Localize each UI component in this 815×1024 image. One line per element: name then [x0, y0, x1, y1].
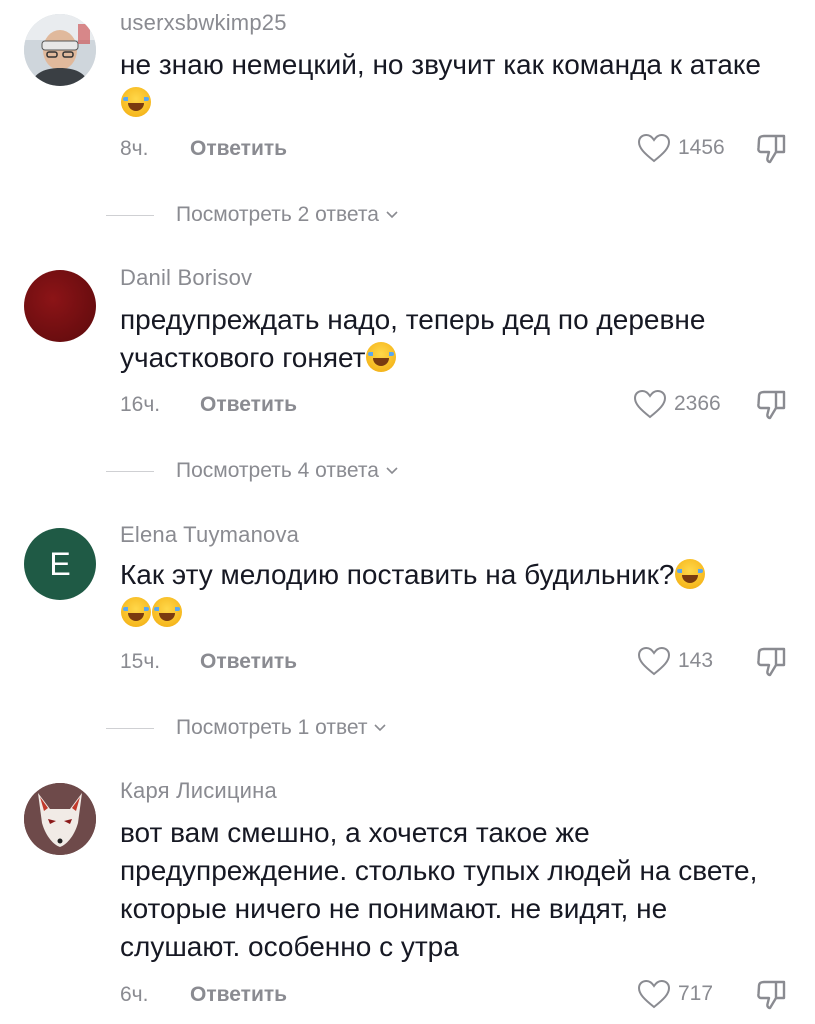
- comment-text-body: не знаю немецкий, но звучит как команда …: [120, 49, 761, 80]
- avatar-photo-icon: [24, 14, 96, 86]
- comment-text: Как эту мелодию поставить на будильник?: [120, 556, 790, 632]
- avatar[interactable]: [24, 14, 96, 86]
- dislike-button[interactable]: [754, 645, 788, 684]
- tears-of-joy-emoji-icon: [152, 597, 182, 627]
- like-count: 2366: [674, 392, 721, 415]
- like-count: 1456: [678, 136, 725, 159]
- tears-of-joy-emoji-icon: [366, 342, 397, 372]
- comment-time: 15ч.: [120, 650, 161, 673]
- comment-time: 8ч.: [120, 137, 149, 160]
- view-replies-label: Посмотреть 2 ответа: [176, 203, 379, 226]
- comment-text-body: Как эту мелодию поставить на будильник?: [120, 559, 675, 590]
- heart-icon: [637, 646, 671, 676]
- like-button[interactable]: 717: [636, 978, 713, 1010]
- comment-username[interactable]: Elena Tuymanova: [120, 522, 299, 548]
- like-button[interactable]: 143: [636, 645, 713, 677]
- view-replies-button[interactable]: Посмотреть 2 ответа: [106, 203, 399, 227]
- chevron-down-icon: [374, 724, 387, 732]
- chevron-down-icon: [386, 467, 398, 475]
- chevron-down-icon: [386, 211, 398, 219]
- like-count: 143: [678, 649, 714, 672]
- fox-mask-icon: [24, 783, 96, 855]
- thumbs-down-icon: [757, 134, 786, 164]
- like-button[interactable]: 1456: [636, 132, 725, 164]
- reply-button[interactable]: Ответить: [200, 393, 297, 417]
- divider-line: [106, 470, 154, 472]
- tears-of-joy-emoji-icon: [121, 87, 151, 117]
- avatar-letter: E: [49, 545, 71, 582]
- avatar[interactable]: [24, 783, 96, 855]
- comment-username[interactable]: Каря Лисицина: [120, 778, 277, 804]
- like-count: 717: [678, 982, 714, 1005]
- view-replies-button[interactable]: Посмотреть 1 ответ: [106, 716, 387, 740]
- tears-of-joy-emoji-icon: [121, 597, 151, 627]
- comment-text-body: предупреждать надо, теперь дед по деревн…: [120, 304, 706, 373]
- comment-text: не знаю немецкий, но звучит как команда …: [120, 46, 790, 122]
- dislike-button[interactable]: [754, 978, 788, 1017]
- avatar[interactable]: E: [24, 528, 96, 600]
- comment-text: предупреждать надо, теперь дед по деревн…: [120, 301, 790, 377]
- comment-time: 16ч.: [120, 393, 161, 416]
- divider-line: [106, 214, 154, 216]
- like-button[interactable]: 2366: [632, 388, 721, 420]
- thumbs-down-icon: [757, 647, 786, 677]
- view-replies-label: Посмотреть 1 ответ: [176, 716, 368, 739]
- comment-time: 6ч.: [120, 983, 149, 1006]
- heart-icon: [637, 133, 671, 163]
- dislike-button[interactable]: [754, 388, 788, 427]
- divider-line: [106, 727, 154, 729]
- comment-username[interactable]: Danil Borisov: [120, 265, 252, 291]
- view-replies-button[interactable]: Посмотреть 4 ответа: [106, 459, 399, 483]
- reply-button[interactable]: Ответить: [190, 137, 287, 161]
- heart-icon: [633, 389, 667, 419]
- thumbs-down-icon: [757, 980, 786, 1010]
- thumbs-down-icon: [757, 390, 786, 420]
- dislike-button[interactable]: [754, 132, 788, 171]
- heart-icon: [637, 979, 671, 1009]
- view-replies-label: Посмотреть 4 ответа: [176, 459, 379, 482]
- tears-of-joy-emoji-icon: [675, 559, 706, 589]
- avatar[interactable]: [24, 270, 96, 342]
- reply-button[interactable]: Ответить: [200, 650, 297, 674]
- reply-button[interactable]: Ответить: [190, 983, 287, 1007]
- comment-text: вот вам смешно, а хочется такое же преду…: [120, 817, 758, 962]
- comment-username[interactable]: userxsbwkimp25: [120, 10, 287, 36]
